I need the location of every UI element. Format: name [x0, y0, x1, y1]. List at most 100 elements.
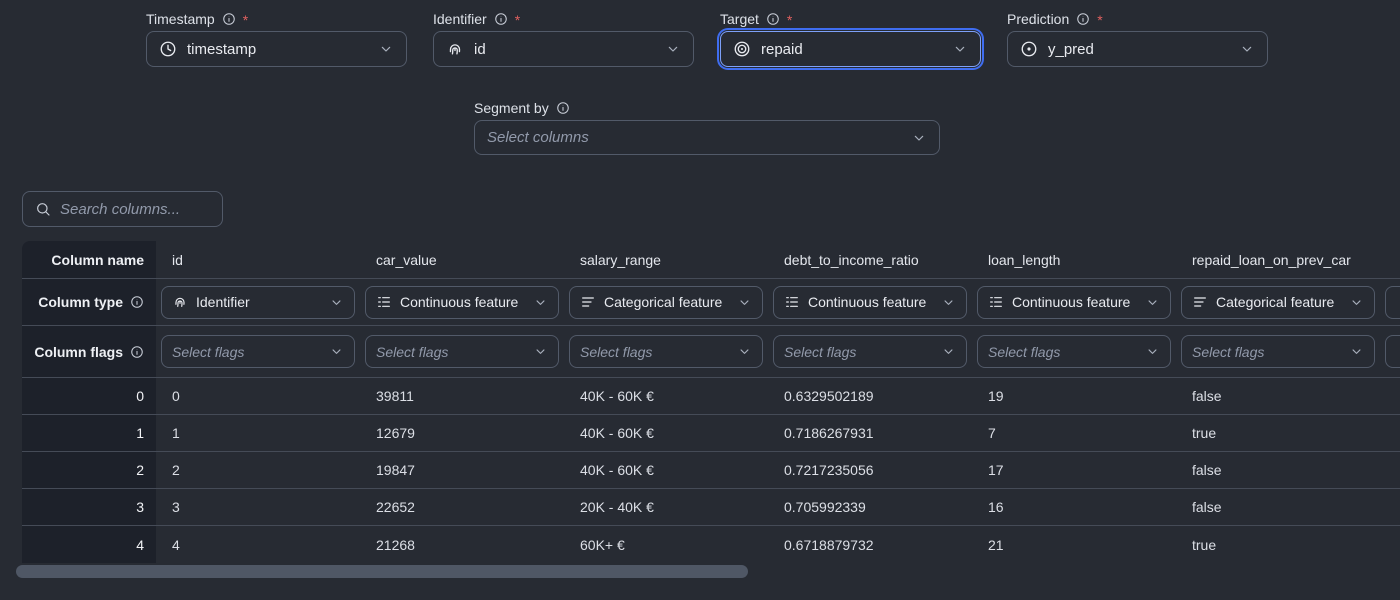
- column-type-value: Continuous feature: [808, 294, 933, 310]
- list-ordered-icon: [376, 294, 392, 310]
- table-row: 111267940K - 60K €0.71862679317true: [22, 415, 1400, 452]
- timestamp-value: timestamp: [187, 41, 368, 58]
- target-select[interactable]: repaid: [720, 31, 981, 67]
- info-icon[interactable]: [766, 12, 780, 26]
- column-type-value: Continuous feature: [1012, 294, 1137, 310]
- column-flags-placeholder: Select flags: [784, 344, 933, 360]
- chevron-down-icon: [1145, 295, 1160, 310]
- row-index: 3: [22, 489, 156, 525]
- table-cell: 2: [156, 452, 360, 488]
- column-type-cell: Identifier: [156, 279, 360, 325]
- column-type-cell: Continuous feature: [768, 279, 972, 325]
- column-type-select[interactable]: Continuous feature: [773, 286, 967, 319]
- column-type-select[interactable]: [1385, 286, 1400, 319]
- chevron-down-icon: [737, 295, 752, 310]
- chevron-down-icon: [952, 41, 968, 57]
- prediction-label: Prediction*: [1007, 10, 1268, 27]
- column-flags-cell: Select flags: [768, 326, 972, 377]
- required-asterisk: *: [1097, 12, 1102, 28]
- column-flags-placeholder: Select flags: [172, 344, 321, 360]
- info-icon[interactable]: [222, 12, 236, 26]
- chevron-down-icon: [1145, 344, 1160, 359]
- table-cell: 0.705992339: [768, 489, 972, 525]
- table-cell: 1: [156, 415, 360, 451]
- target-icon: [733, 40, 751, 58]
- column-flags-select[interactable]: Select flags: [977, 335, 1171, 368]
- column-type-value: Identifier: [196, 294, 321, 310]
- column-flags-row-label: Column flags: [22, 326, 156, 377]
- column-type-select[interactable]: Continuous feature: [365, 286, 559, 319]
- column-header: repaid_loan_on_prev_car: [1176, 241, 1380, 278]
- table-cell: 21: [972, 526, 1176, 563]
- table-cell: 0.6718879732: [768, 526, 972, 563]
- column-flags-select[interactable]: Select flags: [773, 335, 967, 368]
- column-flags-select[interactable]: [1385, 335, 1400, 368]
- column-type-select[interactable]: Categorical feature: [1181, 286, 1375, 319]
- info-icon[interactable]: [1076, 12, 1090, 26]
- text-lines-icon: [1192, 294, 1208, 310]
- table-cell: false: [1176, 489, 1380, 525]
- fingerprint-icon: [446, 40, 464, 58]
- info-icon[interactable]: [556, 101, 570, 115]
- chevron-down-icon: [1349, 344, 1364, 359]
- table-cell: 40K - 60K €: [564, 415, 768, 451]
- identifier-value: id: [474, 41, 655, 58]
- prediction-select[interactable]: y_pred: [1007, 31, 1268, 67]
- target-field: Target*repaid: [720, 10, 981, 67]
- columns-table: Column name idcar_valuesalary_rangedebt_…: [22, 241, 1400, 563]
- table-cell: 0.7186267931: [768, 415, 972, 451]
- column-flags-select[interactable]: Select flags: [569, 335, 763, 368]
- table-cell: 19847: [360, 452, 564, 488]
- config-row: Timestamp*timestampIdentifier*idTarget*r…: [146, 10, 1268, 67]
- column-header: id: [156, 241, 360, 278]
- prediction-field: Prediction* y_pred: [1007, 10, 1268, 67]
- identifier-field: Identifier*id: [433, 10, 694, 67]
- required-asterisk: *: [243, 12, 248, 28]
- table-cell: 4: [156, 526, 360, 563]
- chevron-down-icon: [378, 41, 394, 57]
- chevron-down-icon: [941, 295, 956, 310]
- table-cell: false: [1176, 452, 1380, 488]
- column-header: car_value: [360, 241, 564, 278]
- chevron-down-icon: [1239, 41, 1255, 57]
- column-flags-cell: [1380, 326, 1400, 377]
- list-ordered-icon: [784, 294, 800, 310]
- required-asterisk: *: [515, 12, 520, 28]
- column-name-row: Column name idcar_valuesalary_rangedebt_…: [22, 241, 1400, 279]
- info-icon[interactable]: [130, 295, 144, 309]
- column-type-select[interactable]: Continuous feature: [977, 286, 1171, 319]
- segment-by-label: Segment by: [474, 99, 940, 116]
- table-cell: 60K+ €: [564, 526, 768, 563]
- search-input[interactable]: Search columns...: [22, 191, 223, 227]
- chevron-down-icon: [329, 344, 344, 359]
- column-flags-select[interactable]: Select flags: [365, 335, 559, 368]
- column-flags-placeholder: Select flags: [376, 344, 525, 360]
- horizontal-scrollbar[interactable]: [16, 565, 748, 578]
- column-flags-cell: Select flags: [972, 326, 1176, 377]
- column-flags-cell: Select flags: [156, 326, 360, 377]
- column-header: loan_length: [972, 241, 1176, 278]
- table-cell: 0.6329502189: [768, 378, 972, 414]
- info-icon[interactable]: [130, 345, 144, 359]
- column-type-value: Categorical feature: [604, 294, 729, 310]
- table-cell: true: [1176, 526, 1380, 563]
- table-cell: 40K - 60K €: [564, 452, 768, 488]
- table-cell: true: [1176, 415, 1380, 451]
- timestamp-label: Timestamp*: [146, 10, 407, 27]
- column-flags-select[interactable]: Select flags: [1181, 335, 1375, 368]
- table-cell: 40K - 60K €: [564, 378, 768, 414]
- table-row: 221984740K - 60K €0.721723505617false: [22, 452, 1400, 489]
- timestamp-select[interactable]: timestamp: [146, 31, 407, 67]
- column-type-select[interactable]: Identifier: [161, 286, 355, 319]
- info-icon[interactable]: [494, 12, 508, 26]
- identifier-select[interactable]: id: [433, 31, 694, 67]
- chevron-down-icon: [329, 295, 344, 310]
- table-cell: 17: [972, 452, 1176, 488]
- segment-by-group: Segment by Select columns: [474, 99, 940, 155]
- column-type-select[interactable]: Categorical feature: [569, 286, 763, 319]
- prediction-value: y_pred: [1048, 41, 1229, 58]
- segment-by-select[interactable]: Select columns: [474, 120, 940, 155]
- row-index: 4: [22, 526, 156, 563]
- table-cell: 21268: [360, 526, 564, 563]
- column-flags-select[interactable]: Select flags: [161, 335, 355, 368]
